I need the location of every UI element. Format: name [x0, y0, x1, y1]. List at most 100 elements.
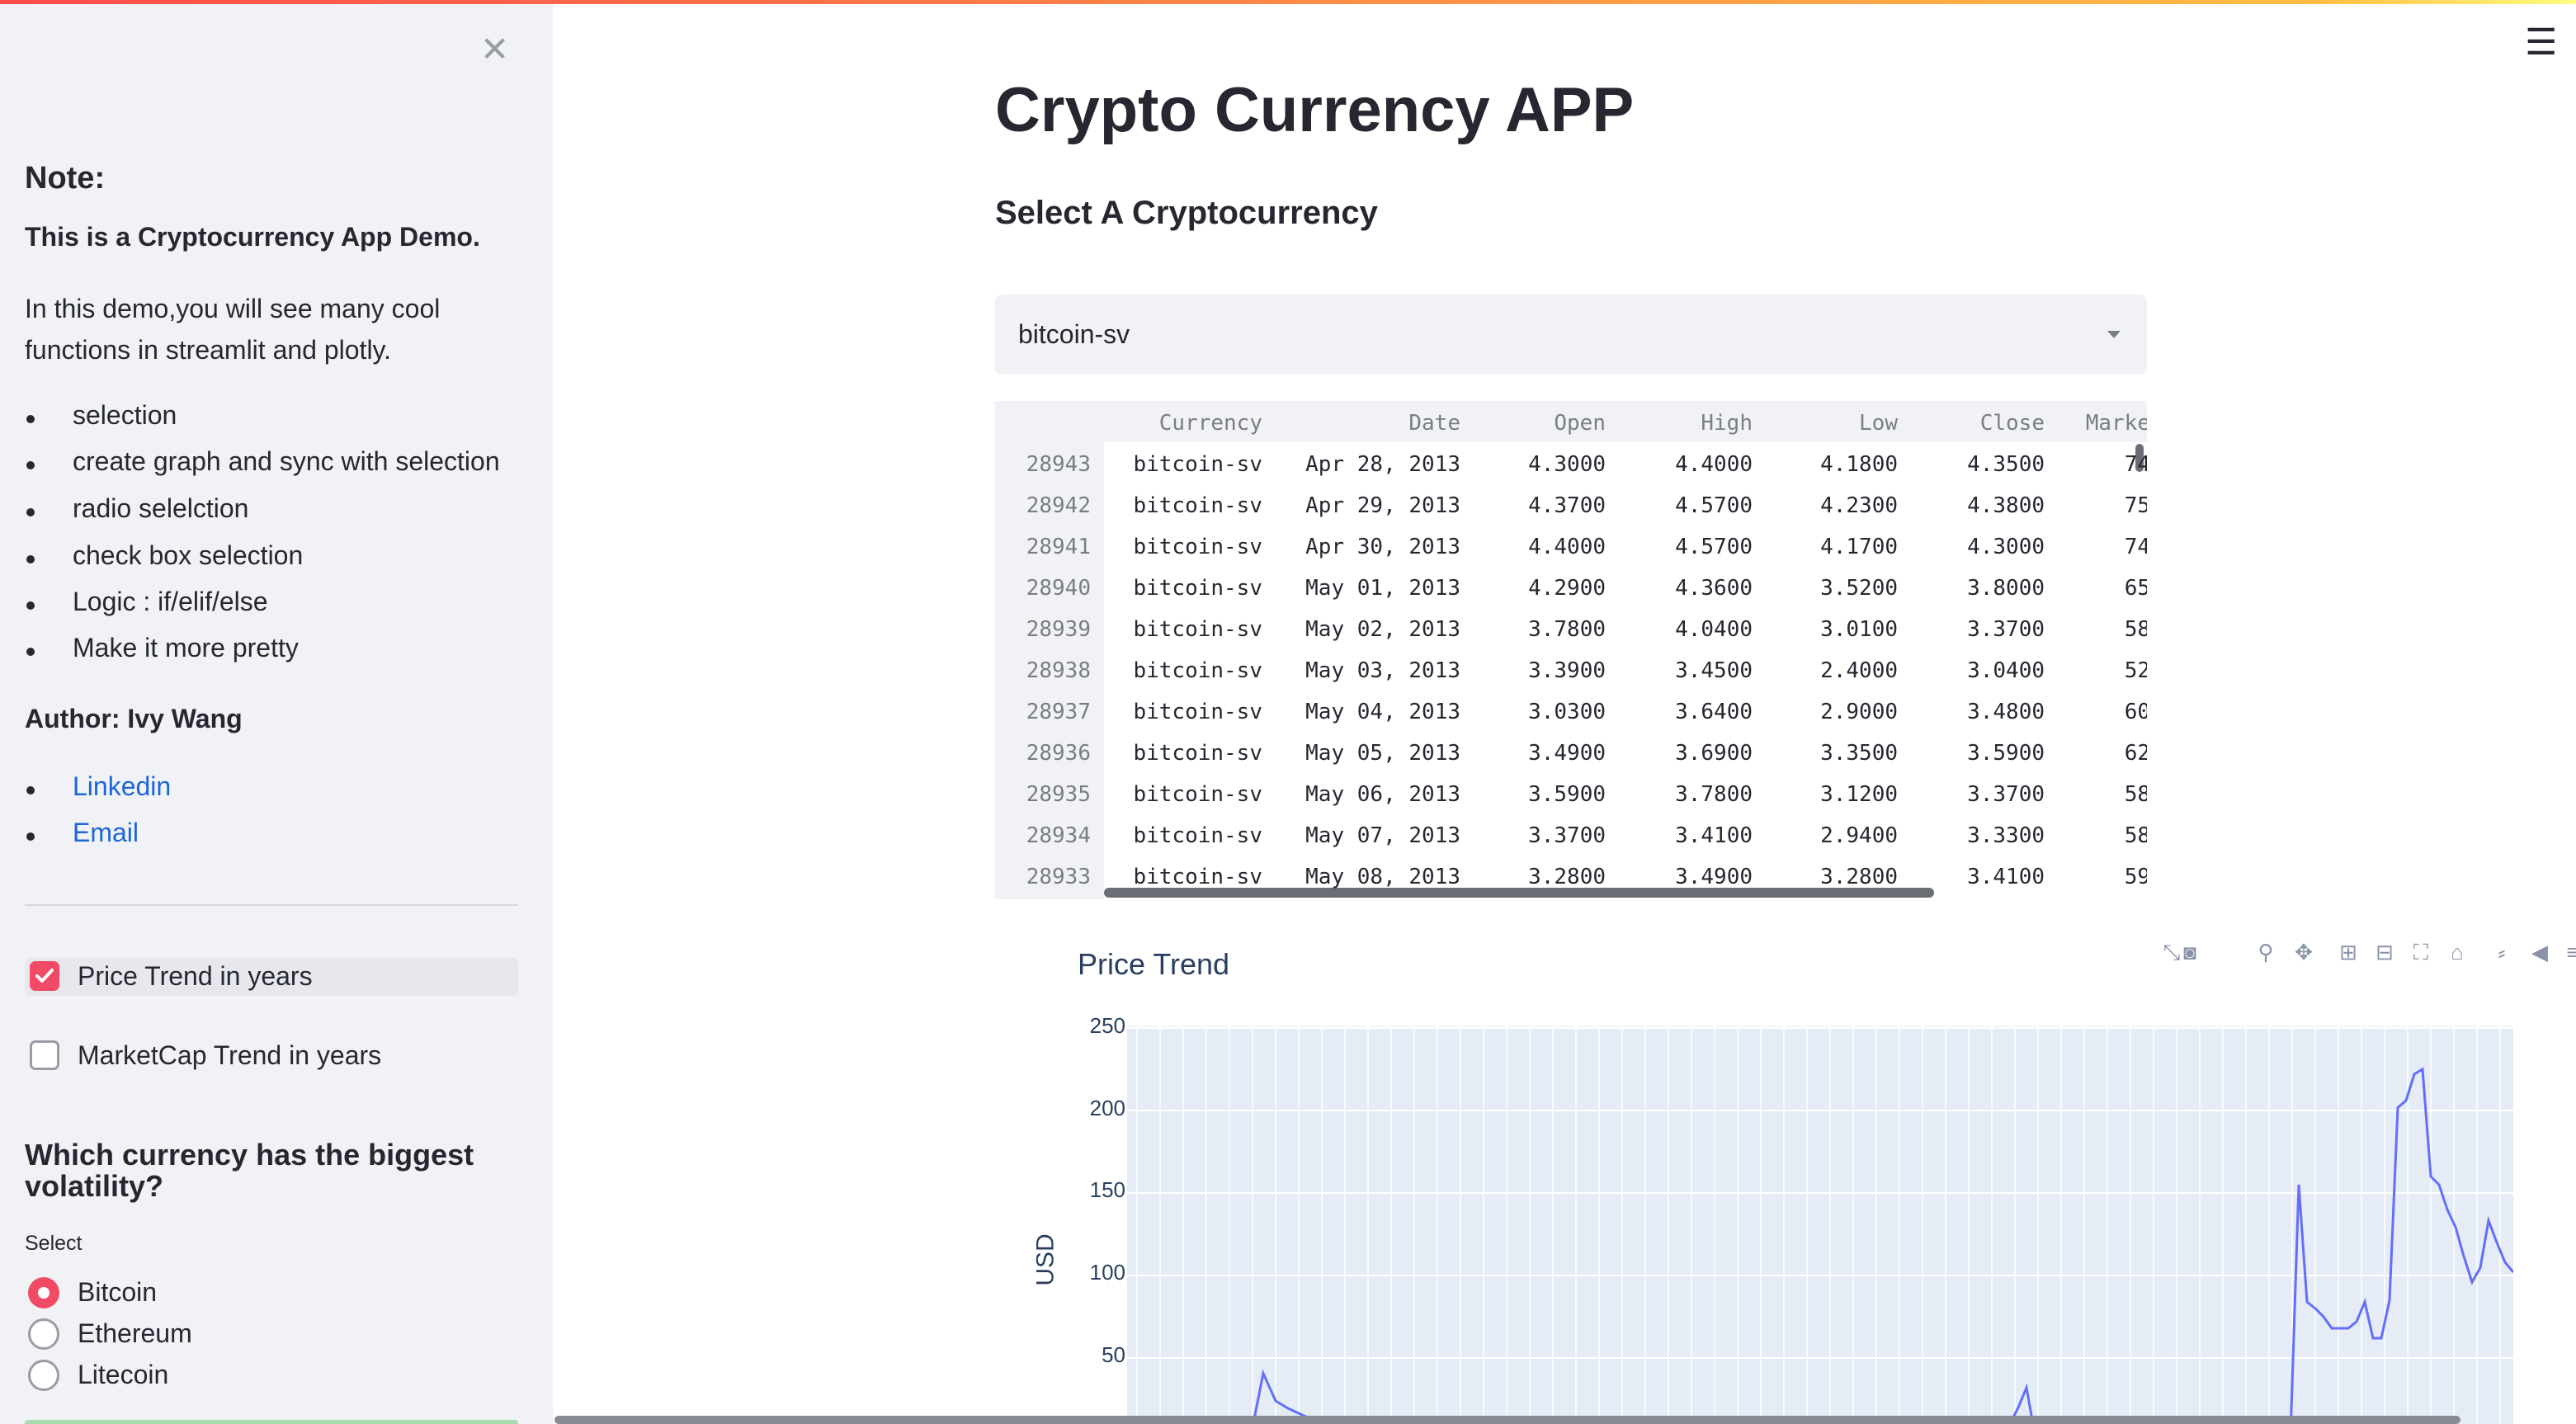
table-row-index: 28934 — [1026, 823, 1091, 848]
zoom-icon[interactable]: ⚲ — [2254, 941, 2277, 964]
table-cell: 3.4900 — [1528, 741, 1606, 766]
table-row-index: 28942 — [1026, 493, 1091, 518]
y-tick-label: 200 — [1089, 1096, 1125, 1120]
table-cell: 58 — [2124, 823, 2147, 848]
table-cell: bitcoin-sv — [1133, 782, 1262, 807]
checkbox-unchecked-icon[interactable] — [30, 1040, 59, 1070]
table-cell: 75 — [2124, 493, 2147, 518]
table-column-header[interactable]: Low — [1859, 411, 1898, 436]
y-tick-label: 150 — [1089, 1177, 1125, 1202]
table-column-header[interactable]: Date — [1408, 411, 1460, 436]
zoom-out-icon[interactable]: ⊟ — [2373, 941, 2396, 964]
table-column-header[interactable]: Close — [1980, 411, 2045, 436]
table-cell: 4.3800 — [1967, 493, 2045, 518]
radio-unselected-icon[interactable] — [28, 1318, 59, 1350]
chart-title: Price Trend — [1078, 947, 1230, 981]
table-cell: 3.4900 — [1675, 865, 1753, 889]
table-cell: 3.3700 — [1967, 782, 2045, 807]
radio-unselected-icon[interactable] — [28, 1360, 59, 1391]
table-cell: 3.4800 — [1967, 700, 2045, 724]
table-column-header[interactable]: Currency — [1159, 411, 1262, 436]
table-cell: 4.5700 — [1675, 535, 1753, 559]
table-cell: 4.1700 — [1820, 535, 1898, 559]
plotly-modebar: ⤡ ◙ ⚲ ✥ ⊞ ⊟ ⛶ ⌂ ⸗ ◀ ≡ — [2160, 934, 2576, 975]
table-row-index: 28943 — [1026, 452, 1091, 477]
spike-lines-icon[interactable]: ⸗ — [2490, 941, 2513, 964]
table-cell: 74 — [2124, 535, 2147, 559]
close-icon[interactable]: ✕ — [480, 32, 509, 67]
table-cell: 60 — [2124, 700, 2147, 724]
table-cell: 4.3600 — [1675, 576, 1753, 601]
table-cell: bitcoin-sv — [1133, 700, 1262, 724]
table-cell: May 02, 2013 — [1305, 617, 1460, 642]
table-cell: bitcoin-sv — [1133, 535, 1262, 559]
currency-select[interactable]: bitcoin-sv — [995, 295, 2147, 375]
hover-compare-icon[interactable]: ≡ — [2561, 941, 2576, 964]
sidebar-divider — [25, 904, 518, 906]
y-axis-label: USD — [1031, 1233, 1059, 1286]
table-cell: 4.3700 — [1528, 493, 1606, 518]
table-cell: 3.2800 — [1820, 865, 1898, 889]
table-cell: 4.3500 — [1967, 452, 2045, 477]
main-horizontal-scrollbar[interactable] — [554, 1416, 2460, 1424]
radio-litecoin[interactable]: Litecoin — [25, 1358, 355, 1394]
table-cell: 3.0100 — [1820, 617, 1898, 642]
table-cell: bitcoin-sv — [1133, 741, 1262, 766]
table-cell: 2.9000 — [1820, 700, 1898, 724]
table-cell: bitcoin-sv — [1133, 493, 1262, 518]
y-tick-label: 50 — [1102, 1342, 1125, 1367]
table-cell: 58 — [2124, 617, 2147, 642]
table-column-header[interactable]: Open — [1554, 411, 1606, 436]
radio-bitcoin[interactable]: Bitcoin — [25, 1275, 355, 1312]
table-row-index: 28933 — [1026, 865, 1091, 889]
table-cell: Apr 29, 2013 — [1305, 493, 1460, 518]
reset-axes-icon[interactable]: ⛶ — [2409, 941, 2432, 964]
camera-icon[interactable]: ◙ — [2178, 941, 2201, 964]
radio-group-label: Select — [25, 1232, 83, 1255]
hamburger-icon[interactable]: ☰ — [2525, 25, 2557, 61]
table-cell: 3.7800 — [1675, 782, 1753, 807]
hover-closest-icon[interactable]: ◀ — [2528, 941, 2551, 964]
note-bold-text: This is a Cryptocurrency App Demo. — [25, 222, 480, 252]
table-row-index: 28935 — [1026, 782, 1091, 807]
table-cell: 3.0300 — [1528, 700, 1606, 724]
checkbox-label: Price Trend in years — [78, 961, 313, 991]
table-cell: 4.0400 — [1675, 617, 1753, 642]
price-trend-checkbox[interactable]: Price Trend in years — [25, 958, 518, 996]
table-cell: Apr 28, 2013 — [1305, 452, 1460, 477]
table-column-header[interactable]: Marke — [2086, 411, 2147, 436]
price-trend-plot[interactable] — [1127, 1026, 2513, 1424]
table-cell: Apr 30, 2013 — [1305, 535, 1460, 559]
table-cell: May 01, 2013 — [1305, 576, 1460, 601]
table-cell: 4.4000 — [1528, 535, 1606, 559]
page-title: Crypto Currency APP — [995, 75, 1635, 145]
marketcap-trend-checkbox[interactable]: MarketCap Trend in years — [25, 1037, 518, 1075]
zoom-in-icon[interactable]: ⊞ — [2337, 941, 2360, 964]
table-cell: 3.2800 — [1528, 865, 1606, 889]
selected-value: bitcoin-sv — [1018, 319, 1130, 349]
table-row-index: 28940 — [1026, 576, 1091, 601]
radio-label: Ethereum — [78, 1318, 192, 1348]
table-cell: 3.1200 — [1820, 782, 1898, 807]
data-table[interactable]: Currency Date Open High Low Close Marke 28943 bi… — [995, 401, 2147, 899]
table-cell: 59 — [2124, 865, 2147, 889]
table-cell: 4.2300 — [1820, 493, 1898, 518]
table-column-header[interactable]: High — [1701, 411, 1753, 436]
sidebar: ✕ Note: This is a Cryptocurrency App Dem… — [0, 4, 553, 1424]
table-cell: 3.4100 — [1675, 823, 1753, 848]
table-cell: 2.4000 — [1820, 658, 1898, 683]
table-row-index: 28941 — [1026, 535, 1091, 559]
radio-selected-icon[interactable] — [28, 1277, 59, 1308]
table-cell: 3.5900 — [1967, 741, 2045, 766]
chevron-down-icon[interactable] — [2107, 331, 2121, 338]
table-cell: 4.3000 — [1528, 452, 1606, 477]
table-cell: 3.3900 — [1528, 658, 1606, 683]
radio-ethereum[interactable]: Ethereum — [25, 1317, 355, 1353]
pan-icon[interactable]: ✥ — [2292, 941, 2315, 964]
price-series-line[interactable] — [1127, 1067, 2513, 1424]
home-icon[interactable]: ⌂ — [2446, 941, 2469, 964]
table-cell: 4.5700 — [1675, 493, 1753, 518]
checkbox-checked-icon[interactable] — [30, 961, 59, 991]
note-heading: Note: — [25, 161, 106, 196]
table-cell: 4.1800 — [1820, 452, 1898, 477]
